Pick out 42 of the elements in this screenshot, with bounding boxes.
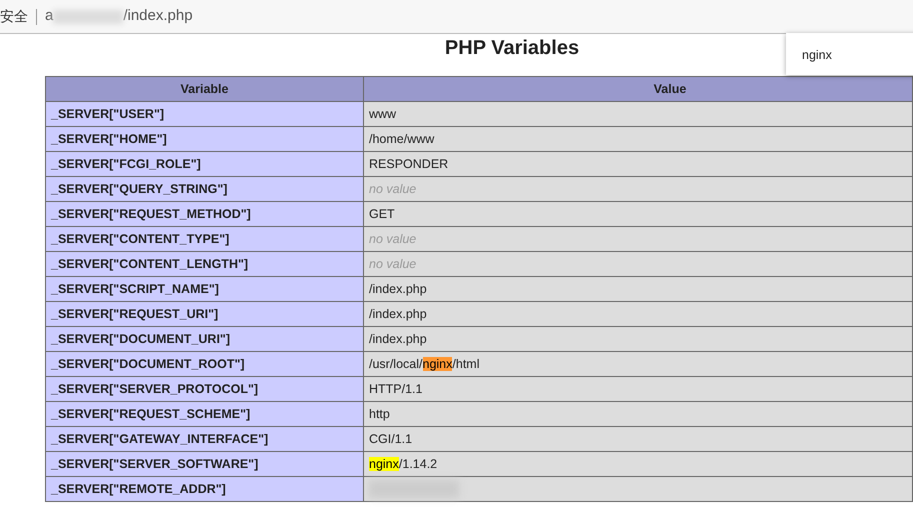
value-cell: HTTP/1.1 (364, 376, 912, 402)
value-text: /html (452, 356, 480, 371)
variable-cell: _SERVER["REQUEST_URI"] (46, 302, 364, 326)
variable-cell: _SERVER["DOCUMENT_ROOT"] (46, 352, 364, 376)
variable-cell: _SERVER["CONTENT_TYPE"] (46, 226, 364, 252)
url-text[interactable]: /index.php (123, 5, 193, 28)
value-cell: www (364, 102, 912, 126)
value-cell: /home/www (364, 126, 912, 152)
value-cell: /index.php (364, 326, 912, 352)
search-highlight: nginx (422, 356, 452, 371)
variable-cell: _SERVER["QUERY_STRING"] (46, 176, 364, 202)
search-highlight: nginx (369, 456, 399, 471)
value-cell: RESPONDER (364, 152, 912, 176)
value-cell: no value (364, 176, 912, 202)
variable-cell: _SERVER["SERVER_PROTOCOL"] (46, 376, 364, 402)
variable-cell: _SERVER["CONTENT_LENGTH"] (46, 252, 364, 276)
column-header: Variable (46, 76, 364, 102)
url-text[interactable]: a (45, 5, 54, 28)
variable-cell: _SERVER["REQUEST_METHOD"] (46, 202, 364, 226)
variable-cell: _SERVER["HOME"] (46, 126, 364, 152)
value-cell: no value (364, 252, 912, 276)
variable-cell: _SERVER["SERVER_SOFTWARE"] (46, 452, 364, 476)
blurred-url-drawing (53, 10, 124, 24)
security-label: 安全 (0, 7, 28, 26)
column-header: Value (364, 76, 912, 102)
variable-cell: _SERVER["USER"] (46, 102, 364, 126)
value-cell: http (364, 402, 912, 426)
variable-cell: _SERVER["DOCUMENT_URI"] (46, 326, 364, 352)
value-cell: GET (364, 202, 912, 226)
variable-cell: _SERVER["SCRIPT_NAME"] (46, 276, 364, 302)
value-text: /1.14.2 (398, 456, 438, 471)
page-title: PHP Variables (444, 36, 580, 61)
variable-cell: _SERVER["FCGI_ROLE"] (46, 152, 364, 176)
value-text: /usr/local/ (369, 356, 422, 371)
value-cell: /index.php (364, 276, 912, 302)
variable-cell: _SERVER["REQUEST_SCHEME"] (46, 402, 364, 426)
variable-cell: _SERVER["REMOTE_ADDR"] (46, 476, 364, 502)
find-query[interactable]: nginx (802, 48, 832, 62)
value-cell: no value (364, 226, 912, 252)
value-cell: CGI/1.1 (364, 426, 912, 452)
variable-cell: _SERVER["GATEWAY_INTERFACE"] (46, 426, 364, 452)
value-cell: /index.php (364, 302, 912, 326)
